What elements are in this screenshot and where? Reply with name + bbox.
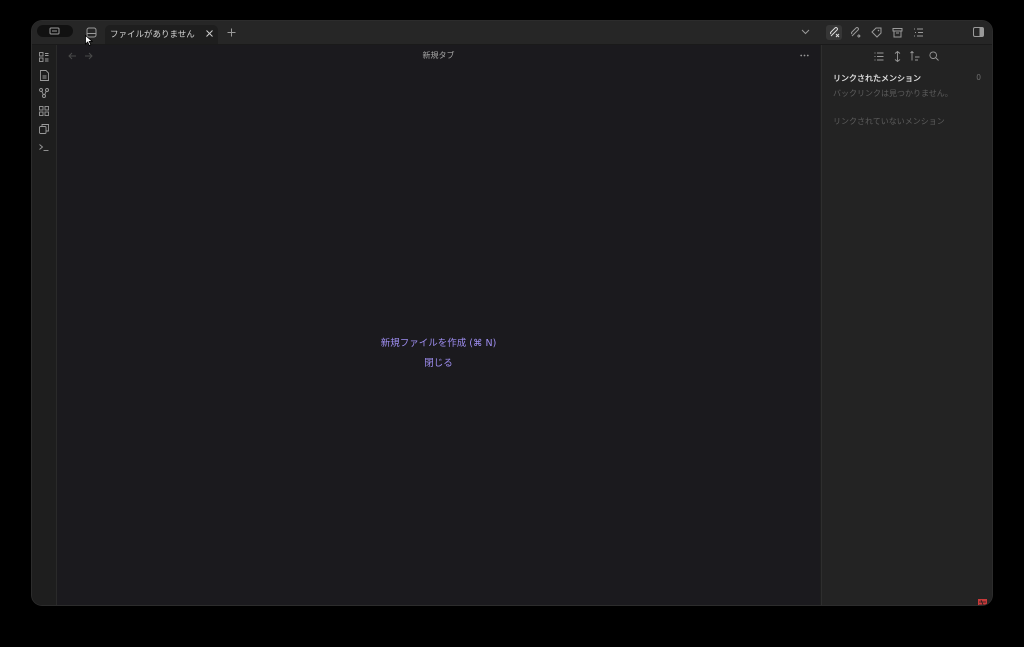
status-badge-icon[interactable]	[978, 593, 987, 605]
new-tab-icon[interactable]	[225, 26, 237, 38]
backlinks-icon[interactable]	[826, 25, 842, 40]
editor-pane: 新規タブ 新規ファイルを作成 (⌘ N) 閉じる	[57, 45, 820, 605]
close-icon[interactable]	[204, 28, 214, 39]
outline-icon[interactable]	[910, 25, 926, 40]
terminal-icon[interactable]	[38, 141, 50, 153]
chevron-down-icon[interactable]	[799, 26, 811, 38]
expand-vertical-icon[interactable]	[891, 50, 903, 62]
linked-mentions-count: 0	[976, 73, 981, 82]
create-new-file-link[interactable]: 新規ファイルを作成 (⌘ N)	[57, 335, 820, 349]
close-link[interactable]: 閉じる	[57, 355, 820, 369]
blocks-icon[interactable]	[38, 105, 50, 117]
dashboard-icon[interactable]	[38, 51, 50, 63]
title-bar: ファイルがありません	[32, 21, 992, 45]
archive-icon[interactable]	[889, 25, 905, 40]
app-window: ファイルがありません 新規タブ 新規ファイルを作成 (⌘ N) 閉じる リンクさ…	[32, 21, 992, 605]
keyboard-icon	[49, 27, 60, 35]
search-icon[interactable]	[928, 50, 940, 62]
sort-icon[interactable]	[909, 50, 921, 62]
left-ribbon	[32, 45, 57, 605]
more-options-icon[interactable]	[798, 50, 810, 60]
mouse-cursor-icon	[85, 35, 93, 46]
list-icon[interactable]	[873, 50, 885, 62]
no-backlinks-message: バックリンクは見つかりません。	[833, 89, 953, 98]
unlinked-mentions-heading[interactable]: リンクされていないメンション	[833, 116, 945, 127]
tab-label: ファイルがありません	[110, 30, 195, 40]
graph-icon[interactable]	[38, 87, 50, 99]
view-title: 新規タブ	[422, 51, 455, 60]
right-sidebar-toggle-icon[interactable]	[972, 26, 985, 38]
copy-icon[interactable]	[38, 123, 50, 135]
file-icon[interactable]	[38, 69, 50, 81]
tags-icon[interactable]	[868, 25, 884, 40]
linked-mentions-heading[interactable]: リンクされたメンション	[833, 73, 921, 84]
outgoing-links-icon[interactable]	[847, 25, 863, 40]
tab-no-file[interactable]: ファイルがありません	[105, 25, 218, 44]
window-controls-pill[interactable]	[37, 25, 73, 37]
backlinks-panel: リンクされたメンション 0 バックリンクは見つかりません。 リンクされていないメ…	[821, 45, 992, 605]
